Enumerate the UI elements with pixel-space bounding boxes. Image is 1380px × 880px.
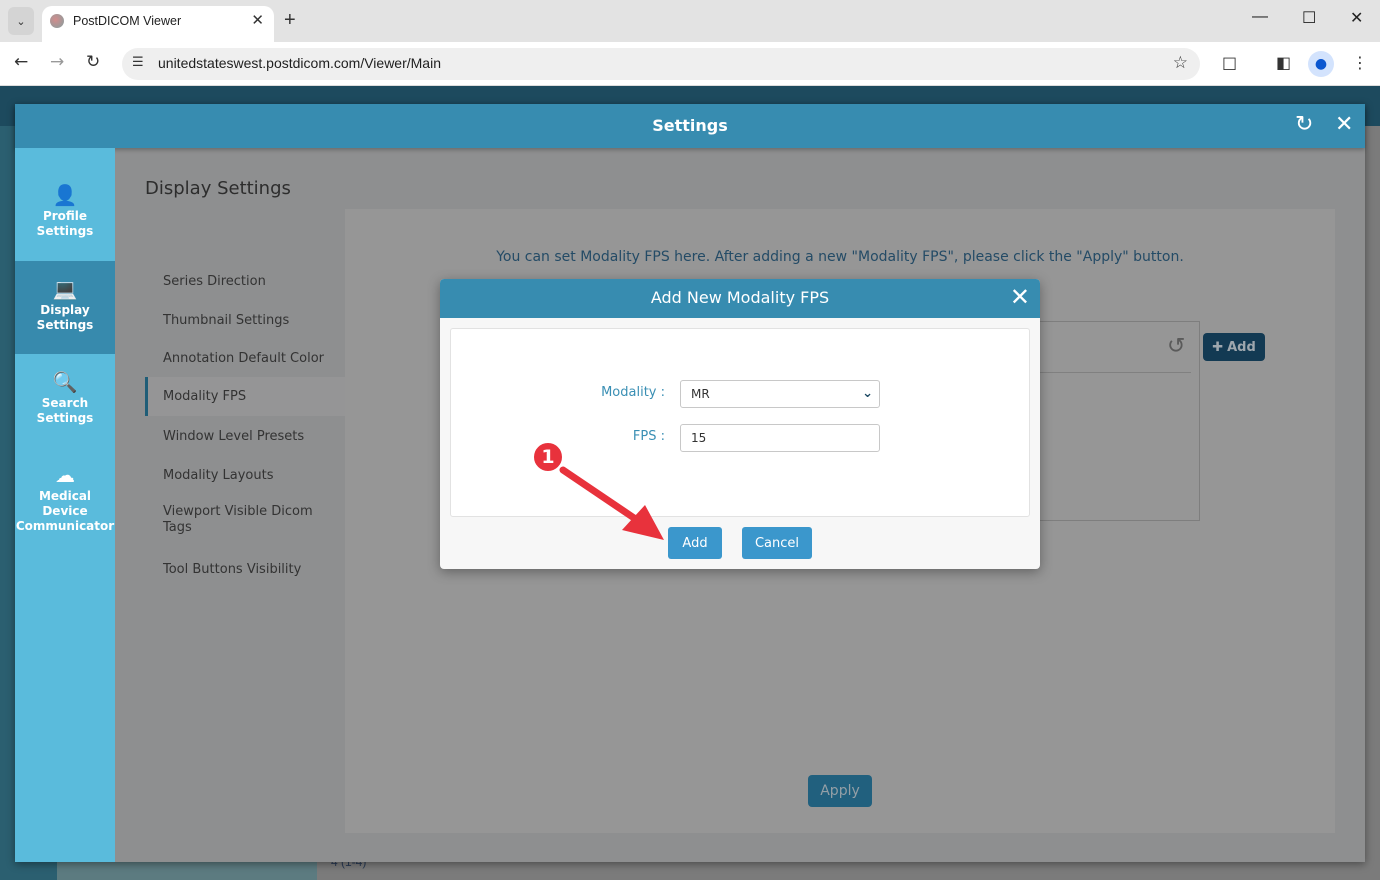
side-nav-display-settings[interactable]: 💻 Display Settings [15,261,115,354]
fps-input[interactable]: 15 [680,424,880,452]
modal-body: Modality : MR ⌄ FPS : 15 [450,328,1030,517]
side-nav-label: Settings [36,411,94,425]
sub-nav-series-direction[interactable]: Series Direction [145,262,345,301]
sub-nav-modality-fps[interactable]: Modality FPS [145,377,345,416]
reload-icon[interactable]: ↻ [86,52,100,72]
bookmark-star-icon[interactable]: ☆ [1173,53,1188,73]
modality-select[interactable]: MR ⌄ [680,380,880,408]
browser-toolbar: ← → ↻ ☰ unitedstateswest.postdicom.com/V… [0,42,1380,86]
cloud-upload-icon: ☁ [55,463,75,487]
side-nav-label: Settings [36,318,94,332]
url-text[interactable]: unitedstateswest.postdicom.com/Viewer/Ma… [158,55,441,71]
side-nav-profile-settings[interactable]: 👤 Profile Settings [15,167,115,260]
add-label: Add [1227,339,1256,355]
add-modality-fps-modal: Add New Modality FPS ✕ Modality : MR ⌄ F… [440,279,1040,569]
monitor-gear-icon: 💻 [52,277,78,301]
sub-nav-window-level-presets[interactable]: Window Level Presets [145,417,345,456]
side-nav-label: Display [40,303,90,317]
settings-side-nav: 👤 Profile Settings 💻 Display Settings 🔍 … [15,148,115,862]
maximize-icon[interactable]: ☐ [1302,8,1316,28]
refresh-icon[interactable]: ↺ [1167,334,1185,359]
side-nav-medical-device-communicator[interactable]: ☁ Medical Device Communicator [15,447,115,540]
apply-button[interactable]: Apply [808,775,872,807]
modal-header: Add New Modality FPS ✕ [440,279,1040,318]
panel-title: Display Settings [145,178,291,199]
reset-icon[interactable]: ↻ [1295,112,1313,137]
side-nav-label: Profile [42,209,88,223]
close-tab-icon[interactable]: ✕ [251,11,264,29]
menu-icon[interactable]: ⋮ [1352,53,1368,72]
settings-header: Settings ↻ ✕ [15,104,1365,148]
person-icon: 👤 [52,183,78,207]
favicon-icon [50,14,64,28]
sub-nav-tool-buttons-visibility[interactable]: Tool Buttons Visibility [145,550,345,589]
modal-title: Add New Modality FPS [650,288,830,307]
site-info-icon[interactable]: ☰ [132,55,144,70]
side-nav-search-settings[interactable]: 🔍 Search Settings [15,354,115,447]
settings-title: Settings [652,116,728,135]
profile-icon[interactable]: ● [1308,51,1334,77]
browser-tab-bar: ⌄ PostDICOM Viewer ✕ + — ☐ ✕ [0,0,1380,42]
modal-cancel-button[interactable]: Cancel [742,527,812,559]
side-nav-label: Medical Device [38,489,92,518]
browser-tab[interactable]: PostDICOM Viewer ✕ [42,6,274,42]
sub-nav-modality-layouts[interactable]: Modality Layouts [145,456,345,495]
sub-nav-viewport-visible-dicom-tags[interactable]: Viewport Visible Dicom Tags [145,498,345,542]
close-modal-icon[interactable]: ✕ [1010,283,1030,311]
sub-nav-annotation-default-color[interactable]: Annotation Default Color [145,339,345,378]
plus-icon: ✚ [1212,339,1224,355]
modal-add-button[interactable]: Add [668,527,722,559]
modality-label: Modality : [601,385,665,400]
info-text: You can set Modality FPS here. After add… [496,249,1184,265]
address-bar[interactable]: ☰ unitedstateswest.postdicom.com/Viewer/… [122,48,1200,80]
fps-label: FPS : [632,429,665,444]
add-modality-fps-button[interactable]: ✚ Add [1203,333,1265,361]
side-panel-icon[interactable]: ◧ [1276,53,1291,72]
chevron-down-icon: ⌄ [862,386,873,401]
forward-icon[interactable]: → [50,52,64,72]
side-nav-label: Communicator [15,519,115,533]
step-badge: 1 [532,441,564,473]
chevron-down-icon: ⌄ [16,14,26,28]
tab-list-button[interactable]: ⌄ [8,7,34,35]
sub-nav-thumbnail-settings[interactable]: Thumbnail Settings [145,301,345,340]
side-nav-label: Search [41,396,89,410]
search-gear-icon: 🔍 [52,370,78,394]
tab-title: PostDICOM Viewer [73,14,182,28]
modality-value: MR [691,387,710,401]
close-settings-icon[interactable]: ✕ [1335,112,1353,137]
close-window-icon[interactable]: ✕ [1350,8,1363,28]
new-tab-icon[interactable]: + [284,9,296,32]
minimize-icon[interactable]: — [1252,8,1268,26]
side-nav-label: Settings [36,224,94,238]
back-icon[interactable]: ← [14,52,28,72]
extensions-icon[interactable]: □ [1222,53,1237,72]
